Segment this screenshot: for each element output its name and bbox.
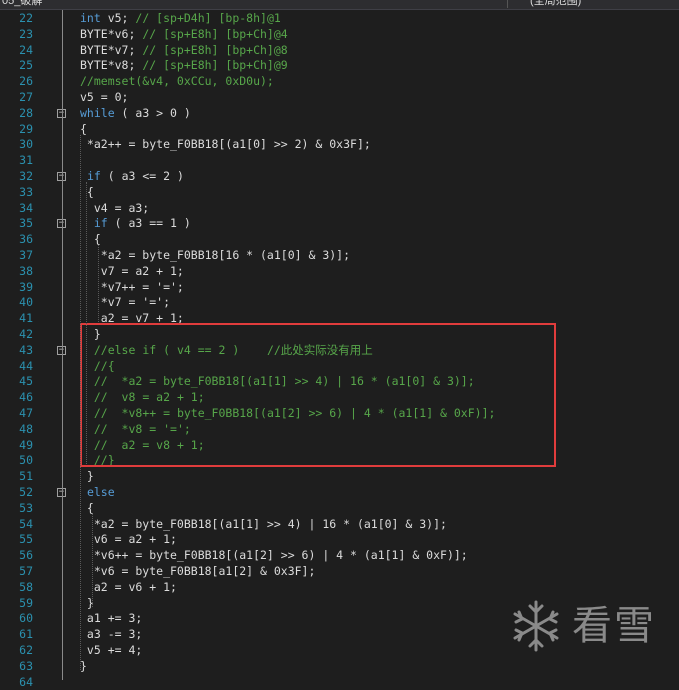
line-number: 60 <box>19 611 33 626</box>
code-line: BYTE*v7; // [sp+E8h] [bp+Ch]@8 <box>80 42 288 57</box>
line-number: 64 <box>19 674 33 689</box>
fold-guide-line <box>62 10 63 680</box>
line-number: 56 <box>19 548 33 563</box>
code-line: *v6++ = byte_F0BB18[(a1[2] >> 6) | 4 * (… <box>80 548 468 563</box>
code-line: a2 = v6 + 1; <box>80 579 177 594</box>
line-number-gutter: 22 23 24 25 26 27 28 29 30 31 32 33 34 35 36 37 38 39 40 41… <box>0 10 40 689</box>
line-number: 39 <box>19 279 33 294</box>
line-number: 35 <box>19 216 33 231</box>
file-scope-dropdown[interactable]: 05_破解 <box>0 0 508 8</box>
line-number: 25 <box>19 58 33 73</box>
line-number: 26 <box>19 74 33 89</box>
line-number: 43 <box>19 342 33 357</box>
code-line: a3 -= 3; <box>80 627 143 642</box>
line-number: 59 <box>19 595 33 610</box>
line-number: 40 <box>19 295 33 310</box>
code-line: v6 = a2 + 1; <box>80 532 177 547</box>
line-number: 62 <box>19 643 33 657</box>
line-number: 57 <box>19 564 33 578</box>
code-line: *a2 = byte_F0BB18[(a1[1] >> 4) | 16 * (a… <box>80 516 447 531</box>
highlight-box <box>80 323 556 467</box>
line-number: 29 <box>19 121 33 136</box>
line-number: 51 <box>19 469 33 484</box>
code-line: *v6 = byte_F0BB18[a1[2] & 0x3F]; <box>80 564 316 578</box>
line-number: 23 <box>19 26 33 41</box>
line-number: 41 <box>19 311 33 326</box>
code-line: { <box>80 121 87 136</box>
code-line: *a2++ = byte_F0BB18[(a1[0] >> 2) & 0x3F]… <box>80 137 371 152</box>
code-line: *v7 = '='; <box>80 295 171 310</box>
line-number: 30 <box>19 137 33 152</box>
line-number: 44 <box>19 358 33 373</box>
line-number: 48 <box>19 421 33 436</box>
line-number: 53 <box>19 500 33 515</box>
code-line: while ( a3 > 0 ) <box>80 105 191 120</box>
line-number: 46 <box>19 390 33 405</box>
code-line: BYTE*v6; // [sp+E8h] [bp+Ch]@4 <box>80 26 288 41</box>
snowflake-icon <box>513 600 559 652</box>
code-line: else <box>86 485 115 499</box>
line-number: 47 <box>19 406 33 420</box>
code-line: } <box>80 658 87 673</box>
line-number: 50 <box>19 453 33 468</box>
line-number: 37 <box>19 248 33 262</box>
line-number: 34 <box>19 200 33 215</box>
line-number: 36 <box>19 232 33 247</box>
line-number: 33 <box>19 184 33 199</box>
line-number: 42 <box>19 327 33 341</box>
line-number: 58 <box>19 579 33 594</box>
line-number: 22 <box>19 11 33 25</box>
watermark-text: 看雪 <box>572 603 656 649</box>
code-line: if ( a3 <= 2 ) <box>86 169 184 183</box>
indent-guide <box>92 513 93 607</box>
line-number: 38 <box>19 263 33 278</box>
line-number: 61 <box>19 627 33 642</box>
line-number: 32 <box>19 169 33 183</box>
kanxue-watermark: 看雪 <box>508 596 668 656</box>
indent-guide <box>80 134 81 670</box>
code-line: *a2 = byte_F0BB18[16 * (a1[0] & 3)]; <box>80 248 351 262</box>
line-number: 49 <box>19 437 33 452</box>
code-line: } <box>80 469 94 484</box>
code-line: v4 = a3; <box>80 200 150 215</box>
editor-tab-bar: 05_破解 (全局范围) <box>0 0 679 10</box>
code-line: *v7++ = '='; <box>80 279 184 294</box>
indent-guide <box>98 245 99 323</box>
line-number: 24 <box>19 42 33 57</box>
line-number: 27 <box>19 90 33 104</box>
code-line: BYTE*v8; // [sp+E8h] [bp+Ch]@9 <box>80 58 288 73</box>
line-number: 52 <box>19 485 33 499</box>
code-line: //memset(&v4, 0xCCu, 0xD0u); <box>80 74 274 89</box>
code-line: v5 = 0; <box>80 90 129 104</box>
indent-guide <box>86 182 87 465</box>
code-line: int v5; // [sp+D4h] [bp-8h]@1 <box>80 11 281 25</box>
line-number: 28 <box>19 105 33 120</box>
code-line: v5 += 4; <box>80 643 143 657</box>
code-line: v7 = a2 + 1; <box>80 263 184 278</box>
line-number: 31 <box>19 153 33 168</box>
code-line: if ( a3 == 1 ) <box>93 216 191 231</box>
global-scope-dropdown[interactable]: (全局范围) <box>510 0 679 8</box>
line-number: 45 <box>19 374 33 389</box>
line-number: 63 <box>19 658 33 673</box>
line-number: 54 <box>19 516 33 531</box>
line-number: 55 <box>19 532 33 547</box>
code-line: a1 += 3; <box>80 611 143 626</box>
